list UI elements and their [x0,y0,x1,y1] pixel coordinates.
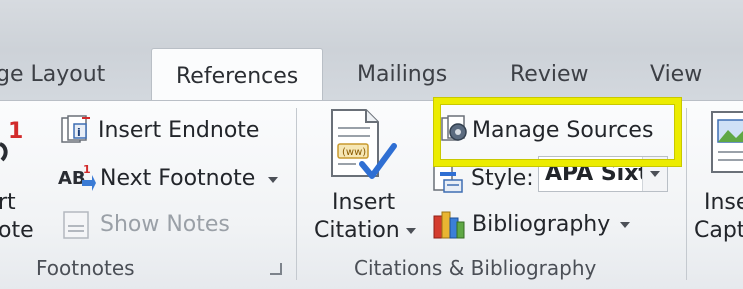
tab-view[interactable]: View [650,55,702,95]
group-separator [686,108,687,280]
bibliography-icon [433,211,465,239]
style-icon [433,165,463,193]
style-label: Style: [471,166,534,191]
highlight-box [434,98,681,166]
show-notes-label: Show Notes [100,212,230,237]
tab-mailings[interactable]: Mailings [357,55,447,95]
footnotes-dialog-launcher-icon[interactable] [270,263,282,275]
style-dropdown-icon [650,171,660,177]
insert-citation-dropdown-icon[interactable] [406,228,416,234]
next-footnote-prefix: AB [58,168,86,189]
insert-endnote-label: Insert Endnote [98,118,260,143]
insert-caption-icon [711,111,743,173]
show-notes-icon [63,211,89,239]
insert-footnote-icon: 1 [0,119,23,162]
ribbon-tab-strip: ge Layout References Mailings Review Vie… [0,0,743,106]
svg-text:(ww): (ww) [342,147,366,158]
word-ribbon-screenshot: ge Layout References Mailings Review Vie… [0,0,743,289]
tab-review[interactable]: Review [510,55,589,95]
insert-footnote-label-line1: rt [0,190,16,215]
insert-footnote-label-line2: ote [0,218,34,243]
insert-caption-label-line2: Capt [694,218,743,243]
bibliography-dropdown-icon[interactable] [620,222,630,228]
footnotes-group-label: Footnotes [36,256,135,280]
tab-page-layout[interactable]: ge Layout [0,55,105,95]
insert-citation-label-line2: Citation [314,218,400,243]
tab-references[interactable]: References [151,48,323,106]
insert-caption-label-line1: Inse [704,190,743,215]
bibliography-label: Bibliography [472,212,611,237]
insert-citation-label-line1: Insert [332,190,396,215]
next-footnote-dropdown-icon[interactable] [268,177,278,183]
citations-group-label: Citations & Bibliography [354,256,597,280]
svg-text:1: 1 [83,163,91,176]
insert-endnote-icon: i [61,115,90,143]
next-footnote-icon: AB 1 [58,163,96,191]
svg-text:1: 1 [8,119,23,144]
svg-text:i: i [77,126,81,139]
insert-citation-icon: (ww) [331,109,397,179]
next-footnote-label: Next Footnote [100,166,256,191]
group-separator [296,108,297,280]
